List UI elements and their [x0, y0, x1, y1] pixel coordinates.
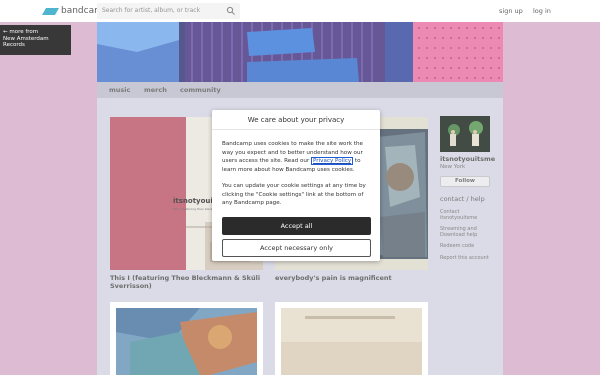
cookie-settings-info: You can update your cookie settings at a…: [222, 183, 366, 206]
dialog-title: We care about your privacy: [212, 110, 380, 130]
cookie-explanation: Bandcamp uses cookies to make the site w…: [222, 140, 372, 174]
privacy-policy-link[interactable]: Privacy Policy: [311, 157, 354, 165]
cookie-consent-dialog: We care about your privacy Bandcamp uses…: [212, 110, 380, 261]
accept-all-button[interactable]: Accept all: [222, 217, 371, 235]
accept-necessary-button[interactable]: Accept necessary only: [222, 239, 371, 257]
